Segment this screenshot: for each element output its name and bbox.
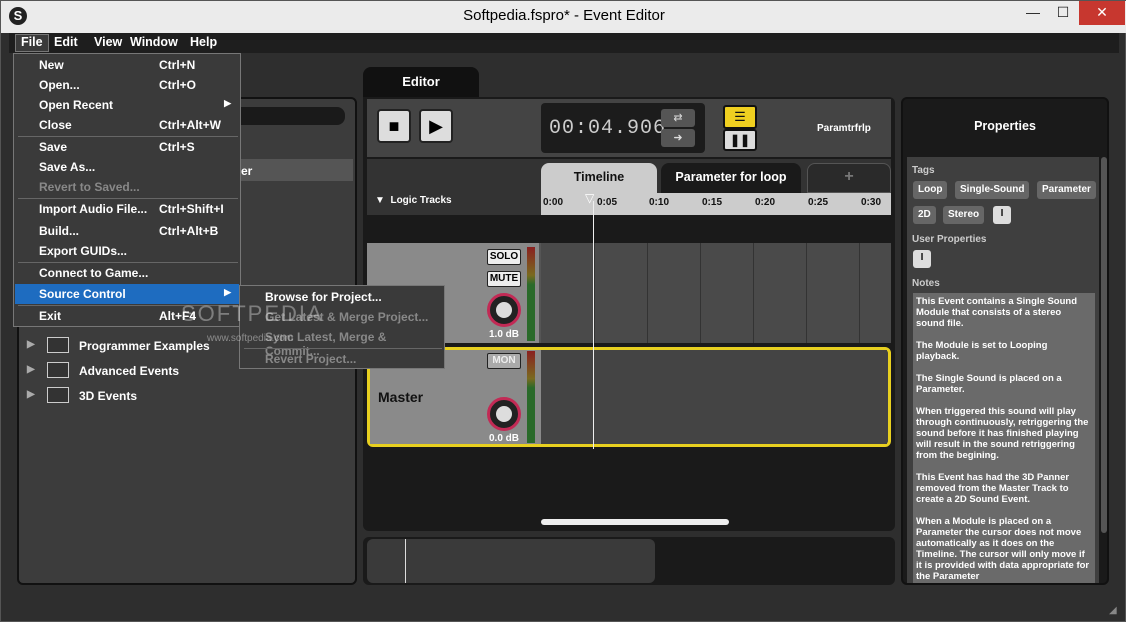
menu-view[interactable]: View	[89, 35, 127, 49]
title-bar: S Softpedia.fspro* - Event Editor — ☐ ✕	[1, 1, 1126, 33]
menu-window[interactable]: Window	[125, 35, 183, 49]
notes-label: Notes	[912, 278, 940, 289]
ruler-tick: 0:25	[808, 197, 829, 208]
parameter-label: Paramtrfrlp	[817, 123, 871, 134]
watermark: SOFTPEDIA	[181, 301, 324, 326]
browser-selected-row[interactable]: er	[241, 159, 353, 181]
tag-parameter[interactable]: Parameter	[1037, 181, 1096, 199]
solo-button[interactable]: SOLO	[487, 249, 521, 265]
tag-2d[interactable]: 2D	[913, 206, 936, 224]
menu-item-save[interactable]: Save Ctrl+S	[15, 137, 239, 157]
ruler-tick: 0:05	[597, 197, 618, 208]
follow-icon[interactable]: ➜	[661, 129, 695, 147]
mute-button[interactable]: MUTE	[487, 271, 521, 287]
tag-loop[interactable]: Loop	[913, 181, 948, 199]
submenu-arrow-icon: ▶	[224, 287, 231, 297]
logic-tracks-label[interactable]: ▼ Logic Tracks	[375, 195, 452, 206]
window-title: Softpedia.fspro* - Event Editor	[463, 7, 665, 24]
notes-textarea[interactable]: This Event contains a Single Sound Modul…	[913, 293, 1095, 583]
master-track-name: Master	[378, 389, 424, 405]
menu-item-export-guids[interactable]: Export GUIDs...	[15, 241, 239, 261]
pause-icon[interactable]: ❚❚	[723, 129, 757, 151]
maximize-button[interactable]: ☐	[1049, 1, 1077, 25]
menu-item-open[interactable]: Open... Ctrl+O	[15, 75, 239, 95]
add-user-property-cursor-icon[interactable]: I	[913, 250, 931, 268]
properties-title: Properties	[974, 119, 1036, 133]
resize-grip-icon[interactable]: ◢	[1109, 605, 1117, 616]
menu-item-save-as[interactable]: Save As...	[15, 157, 239, 177]
add-tag-cursor-icon[interactable]: I	[993, 206, 1011, 224]
tag-single-sound[interactable]: Single-Sound	[955, 181, 1030, 199]
menu-item-build[interactable]: Build... Ctrl+Alt+B	[15, 221, 239, 241]
list-view-icon[interactable]: ☰	[723, 105, 757, 129]
ruler-tick: 0:30	[861, 197, 882, 208]
tab-parameter-for-loop[interactable]: Parameter for loop	[661, 163, 801, 193]
user-properties-label: User Properties	[912, 234, 987, 245]
folder-icon	[47, 387, 69, 403]
expand-arrow-icon[interactable]: ▶	[27, 389, 35, 400]
menu-file[interactable]: File	[15, 34, 49, 52]
submenu-arrow-icon: ▶	[224, 98, 231, 108]
minimize-button[interactable]: —	[1019, 1, 1047, 25]
overview-region[interactable]	[367, 539, 655, 583]
menu-item-import-audio[interactable]: Import Audio File... Ctrl+Shift+I	[15, 199, 239, 219]
volume-knob[interactable]	[487, 293, 521, 327]
time-readout: 00:04.906	[549, 117, 667, 140]
master-volume-knob[interactable]	[487, 397, 521, 431]
ruler-tick: 0:15	[702, 197, 723, 208]
properties-scrollbar[interactable]	[1101, 157, 1107, 533]
master-volume-value: 0.0 dB	[489, 433, 520, 444]
source-control-submenu: Browse for Project... Get Latest & Merge…	[239, 285, 445, 369]
menu-help[interactable]: Help	[185, 35, 222, 49]
monitor-button[interactable]: MON	[487, 353, 521, 369]
overview-panel	[363, 537, 895, 585]
tags-label: Tags	[912, 165, 935, 176]
watermark-url: www.softpedia.com	[207, 333, 294, 344]
file-menu: New Ctrl+N Open... Ctrl+O Open Recent ▶ Clo…	[13, 53, 241, 327]
overview-playhead	[405, 539, 406, 583]
stop-button[interactable]: ■	[377, 109, 411, 143]
menu-bar: File Edit View Window Help	[9, 33, 1119, 53]
ruler-tick: 0:10	[649, 197, 670, 208]
close-button[interactable]: ✕	[1079, 1, 1125, 25]
loop-icon[interactable]: ⇄	[661, 109, 695, 127]
level-meter	[527, 247, 535, 341]
folder-icon	[47, 362, 69, 378]
ruler-tick: 0:00	[543, 197, 564, 208]
menu-item-open-recent[interactable]: Open Recent ▶	[15, 95, 239, 115]
tag-stereo[interactable]: Stereo	[943, 206, 985, 224]
menu-item-revert-project[interactable]: Revert Project...	[241, 349, 443, 369]
menu-item-connect[interactable]: Connect to Game...	[15, 263, 239, 283]
master-level-meter	[527, 351, 535, 443]
menu-item-revert[interactable]: Revert to Saved...	[15, 177, 239, 197]
play-button[interactable]: ▶	[419, 109, 453, 143]
menu-edit[interactable]: Edit	[49, 35, 83, 49]
menu-item-close[interactable]: Close Ctrl+Alt+W	[15, 115, 239, 135]
folder-icon	[47, 337, 69, 353]
menu-item-new[interactable]: New Ctrl+N	[15, 55, 239, 75]
volume-value: 1.0 dB	[489, 329, 520, 340]
horizontal-scrollbar[interactable]	[541, 519, 729, 525]
ruler-tick: 0:20	[755, 197, 776, 208]
expand-arrow-icon[interactable]: ▶	[27, 364, 35, 375]
tab-timeline[interactable]: Timeline	[541, 163, 657, 193]
expand-arrow-icon[interactable]: ▶	[27, 339, 35, 350]
add-tab-button[interactable]: +	[807, 163, 891, 193]
editor-tab[interactable]: Editor	[363, 67, 479, 99]
app-window: S Softpedia.fspro* - Event Editor — ☐ ✕ …	[0, 0, 1126, 622]
playhead-line	[593, 201, 594, 449]
